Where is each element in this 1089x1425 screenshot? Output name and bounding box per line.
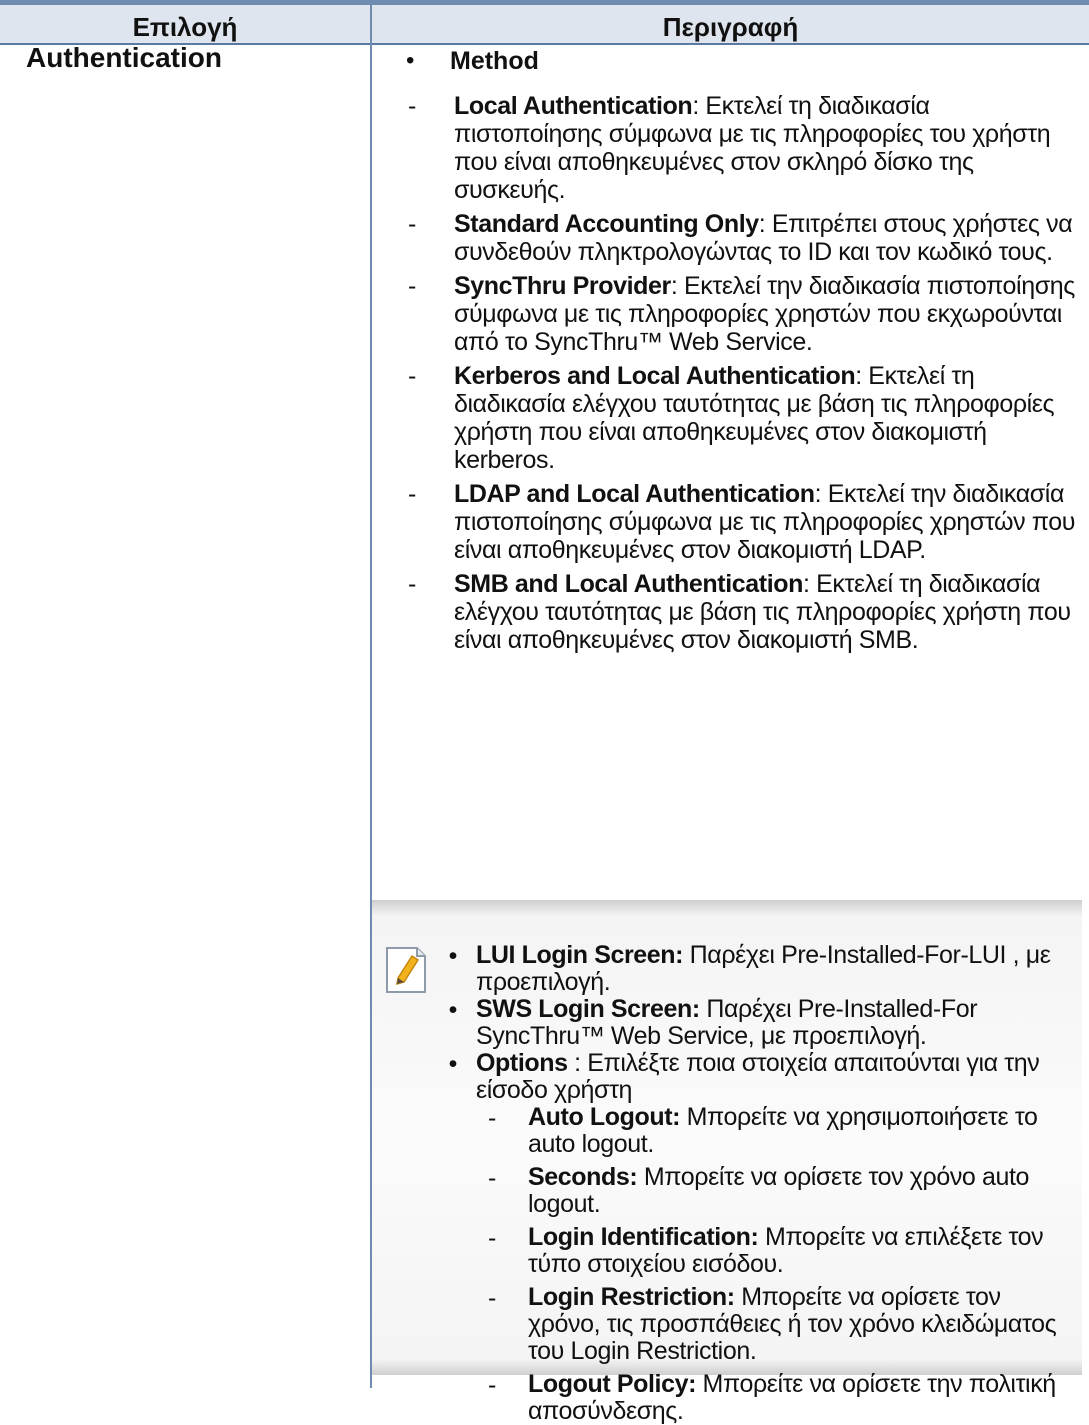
note-bullet-term: Options (476, 1049, 568, 1077)
options-item-term: Seconds: (528, 1163, 638, 1191)
method-item: - LDAP and Local Authentication: Εκτελεί… (396, 480, 1079, 564)
method-item-term: SMB and Local Authentication (454, 570, 803, 598)
note-bullet: • LUI Login Screen: Παρέχει Pre-Installe… (430, 942, 1078, 996)
note-content: • LUI Login Screen: Παρέχει Pre-Installe… (430, 942, 1078, 1425)
options-item: - Seconds: Μπορείτε να ορίσετε τον χρόνο… (430, 1164, 1078, 1218)
dash-icon: - (488, 1104, 497, 1132)
bullet-icon: • (406, 47, 415, 74)
method-item-term: SyncThru Provider (454, 272, 671, 300)
options-item: - Login Identification: Μπορείτε να επιλ… (430, 1224, 1078, 1278)
note-pencil-icon (386, 947, 426, 993)
dash-icon: - (488, 1164, 497, 1192)
dash-icon: - (408, 362, 417, 390)
options-item: - Auto Logout: Μπορείτε να χρησιμοποιήσε… (430, 1104, 1078, 1158)
dash-icon: - (488, 1371, 497, 1399)
note-bullet: • Options : Επιλέξτε ποια στοιχεία απαιτ… (430, 1050, 1078, 1104)
header-column-divider (370, 5, 372, 43)
method-item: - Local Authentication: Εκτελεί τη διαδι… (396, 92, 1079, 204)
options-item-term: Auto Logout: (528, 1103, 681, 1131)
table-header: Επιλογή Περιγραφή (0, 5, 1089, 45)
method-bullet: • Method (396, 44, 1079, 78)
method-item: - Standard Accounting Only: Επιτρέπει στ… (396, 210, 1079, 266)
options-item: - Logout Policy: Μπορείτε να ορίσετε την… (430, 1371, 1078, 1425)
dash-icon: - (408, 570, 417, 598)
dash-icon: - (408, 210, 417, 238)
options-item-term: Logout Policy: (528, 1370, 696, 1398)
description-cell: • Method - Local Authentication: Εκτελεί… (396, 44, 1079, 654)
method-item: - SyncThru Provider: Εκτελεί την διαδικα… (396, 272, 1079, 356)
method-item: - Kerberos and Local Authentication: Εκτ… (396, 362, 1079, 474)
dash-icon: - (488, 1224, 497, 1252)
dash-icon: - (488, 1284, 497, 1312)
column-header-option: Επιλογή (132, 12, 238, 42)
note-bullet-term: SWS Login Screen: (476, 995, 700, 1023)
method-item: - SMB and Local Authentication: Εκτελεί … (396, 570, 1079, 654)
column-header-description: Περιγραφή (662, 12, 799, 42)
dash-icon: - (408, 92, 417, 120)
options-item-term: Login Identification: (528, 1223, 759, 1251)
options-item-term: Login Restriction: (528, 1283, 735, 1311)
options-item: - Login Restriction: Μπορείτε να ορίσετε… (430, 1284, 1078, 1365)
note-box: • LUI Login Screen: Παρέχει Pre-Installe… (372, 900, 1082, 1425)
bullet-icon: • (448, 1050, 458, 1078)
dash-icon: - (408, 272, 417, 300)
method-item-term: Kerberos and Local Authentication (454, 362, 856, 390)
note-bullet: • SWS Login Screen: Παρέχει Pre-Installe… (430, 996, 1078, 1050)
method-item-term: LDAP and Local Authentication (454, 480, 815, 508)
bullet-icon: • (448, 996, 458, 1024)
bullet-icon: • (448, 942, 458, 970)
option-name: Authentication (26, 42, 222, 73)
method-item-term: Local Authentication (454, 92, 693, 120)
method-item-term: Standard Accounting Only (454, 210, 759, 238)
method-label: Method (450, 47, 539, 75)
note-bullet-term: LUI Login Screen: (476, 941, 684, 969)
dash-icon: - (408, 480, 417, 508)
